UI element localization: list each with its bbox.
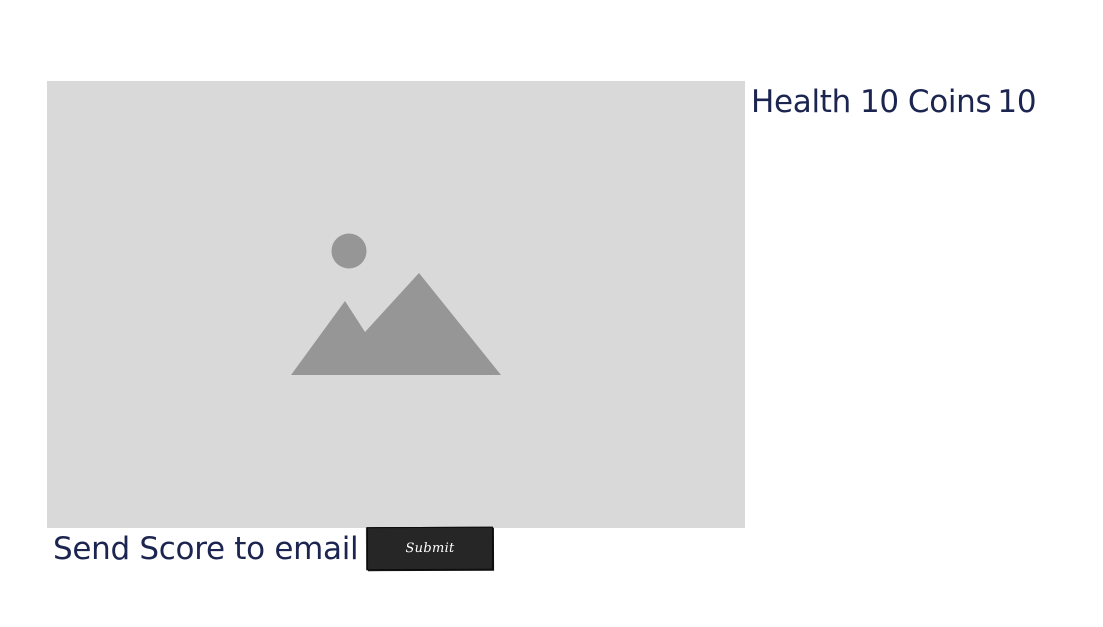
- submit-button[interactable]: Submit: [366, 526, 494, 571]
- send-score-label: Send Score to email: [53, 531, 359, 567]
- stats-bar: Health 10 Coins 10: [751, 82, 1037, 122]
- health-label: Health: [751, 84, 851, 120]
- game-image-placeholder: [47, 81, 745, 528]
- coins-label: Coins: [907, 84, 992, 120]
- page: Health 10 Coins 10 Send Score to email Subm…: [0, 0, 1103, 627]
- coins-value: 10: [997, 84, 1037, 120]
- image-placeholder-icon: [291, 233, 501, 375]
- health-value: 10: [860, 84, 899, 120]
